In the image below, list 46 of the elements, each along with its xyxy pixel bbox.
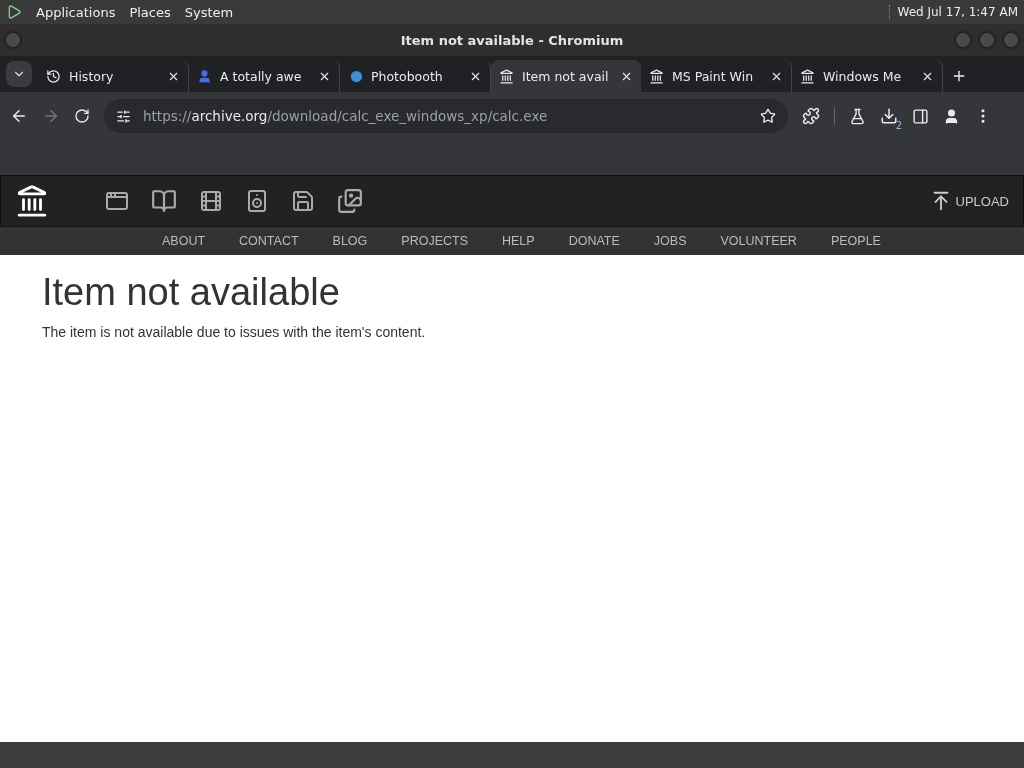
orb-icon	[348, 68, 363, 84]
forward-icon[interactable]	[42, 107, 60, 125]
bookmark-star-icon[interactable]	[760, 108, 776, 124]
plus-icon	[951, 68, 967, 84]
panel-menu[interactable]: Places	[129, 4, 171, 20]
nav-link[interactable]: HELP	[502, 234, 535, 248]
web-icon[interactable]	[105, 189, 129, 213]
pillars-icon	[800, 68, 815, 84]
panel-menu[interactable]: Applications	[36, 4, 116, 20]
reload-icon[interactable]	[74, 108, 90, 124]
side-panel-icon[interactable]	[912, 107, 929, 125]
profile-icon[interactable]	[943, 107, 960, 125]
pillars-icon	[649, 68, 664, 84]
flask-icon[interactable]	[849, 107, 866, 125]
nav-link[interactable]: CONTACT	[239, 234, 299, 248]
message-text: The item is not available due to issues with the item's content.	[42, 324, 427, 340]
tab-search-button[interactable]	[6, 61, 32, 87]
nav-link[interactable]: VOLUNTEER	[720, 234, 797, 248]
upload-link[interactable]: UPLOAD	[929, 190, 1009, 212]
film-icon[interactable]	[199, 189, 223, 213]
archive-logo-icon[interactable]	[15, 184, 49, 218]
page-heading: Item not available	[42, 271, 341, 314]
history-icon	[46, 68, 61, 84]
back-icon[interactable]	[10, 107, 28, 125]
launcher-icon[interactable]	[6, 4, 22, 20]
site-settings-icon[interactable]	[116, 108, 131, 124]
panel-menu[interactable]: System	[184, 4, 234, 20]
download-icon[interactable]	[880, 107, 898, 125]
book-icon[interactable]	[151, 188, 177, 214]
pillars-icon	[499, 68, 514, 84]
images-icon[interactable]	[337, 188, 363, 214]
person-icon	[197, 68, 212, 84]
nav-link[interactable]: DONATE	[568, 234, 620, 248]
nav-link[interactable]: PEOPLE	[830, 234, 881, 248]
window-title: Item not available - Chromium	[400, 32, 624, 48]
url-text: https://archive.org/download/calc_exe_windows_xp/calc.exe	[143, 108, 549, 124]
speaker-icon[interactable]	[245, 189, 269, 213]
address-bar[interactable]: https://archive.org/download/calc_exe_windows_xp/calc.exe	[104, 99, 788, 133]
nav-link[interactable]: ABOUT	[162, 234, 206, 248]
nav-link[interactable]: PROJECTS	[401, 234, 468, 248]
clock[interactable]: Wed Jul 17, 1:47 AM	[888, 5, 1018, 19]
nav-link[interactable]: JOBS	[653, 234, 687, 248]
extensions-icon[interactable]	[802, 107, 820, 125]
nav-link[interactable]: BLOG	[332, 234, 368, 248]
browser-tab[interactable]: Item not avail	[491, 60, 641, 92]
download-count: 2	[895, 120, 902, 131]
